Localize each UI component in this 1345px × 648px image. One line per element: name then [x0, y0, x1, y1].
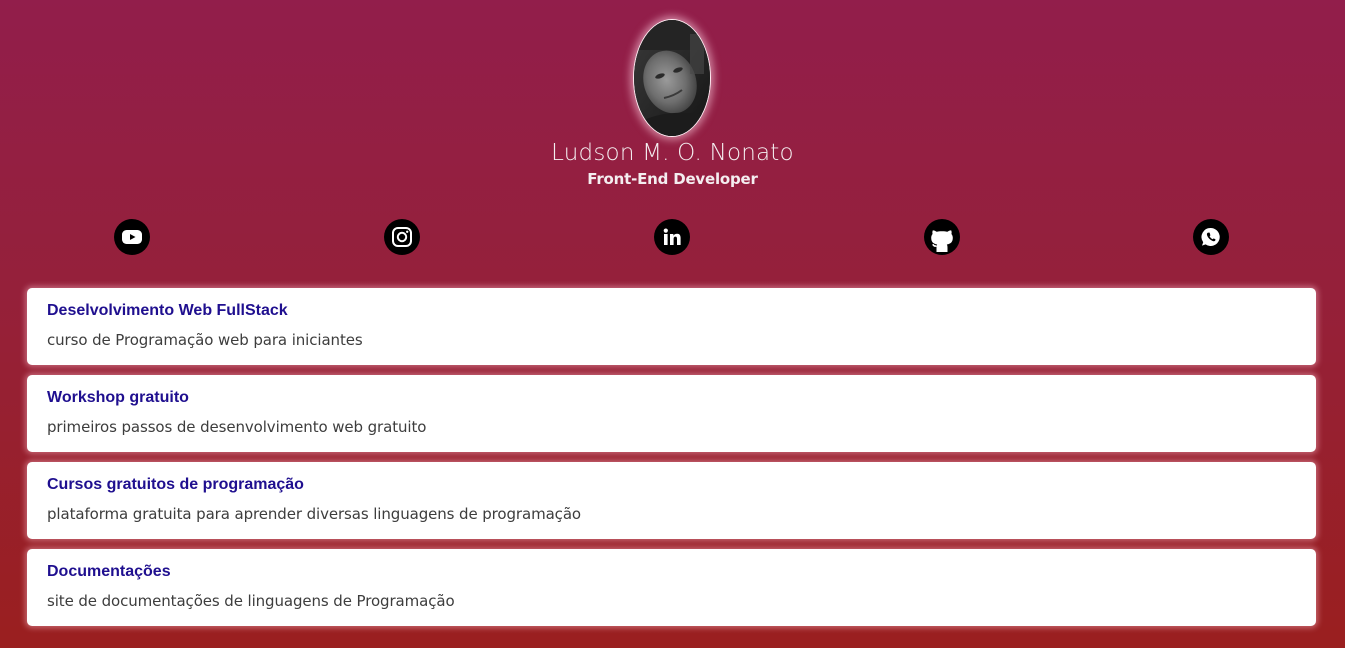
- instagram-icon: [392, 227, 412, 247]
- link-card-title: Cursos gratuitos de programação: [47, 476, 304, 493]
- link-card-title: Deselvolvimento Web FullStack: [47, 302, 288, 319]
- link-card-title: Workshop gratuito: [47, 389, 189, 406]
- whatsapp-link[interactable]: [1193, 219, 1229, 255]
- link-card-description: primeiros passos de desenvolvimento web …: [47, 418, 427, 436]
- whatsapp-icon: [1201, 227, 1220, 246]
- avatar: [634, 20, 710, 136]
- profile-role: Front-End Developer: [587, 170, 758, 188]
- github-icon: [931, 230, 953, 252]
- linkedin-icon: [663, 228, 681, 245]
- profile-name: Ludson M. O. Nonato: [551, 140, 794, 166]
- link-card-title: Documentações: [47, 563, 171, 580]
- link-card-description: site de documentações de linguagens de P…: [47, 592, 455, 610]
- link-card-fullstack[interactable]: Deselvolvimento Web FullStack curso de P…: [27, 288, 1316, 365]
- avatar-photo: [634, 20, 710, 136]
- link-card-description: curso de Programação web para iniciantes: [47, 331, 363, 349]
- link-card-documentation[interactable]: Documentações site de documentações de l…: [27, 549, 1316, 626]
- github-link[interactable]: [924, 219, 960, 255]
- youtube-link[interactable]: [114, 219, 150, 255]
- link-card-description: plataforma gratuita para aprender divers…: [47, 505, 581, 523]
- link-card-free-courses[interactable]: Cursos gratuitos de programação platafor…: [27, 462, 1316, 539]
- linkedin-link[interactable]: [654, 219, 690, 255]
- instagram-link[interactable]: [384, 219, 420, 255]
- youtube-icon: [122, 230, 142, 244]
- link-card-workshop[interactable]: Workshop gratuito primeiros passos de de…: [27, 375, 1316, 452]
